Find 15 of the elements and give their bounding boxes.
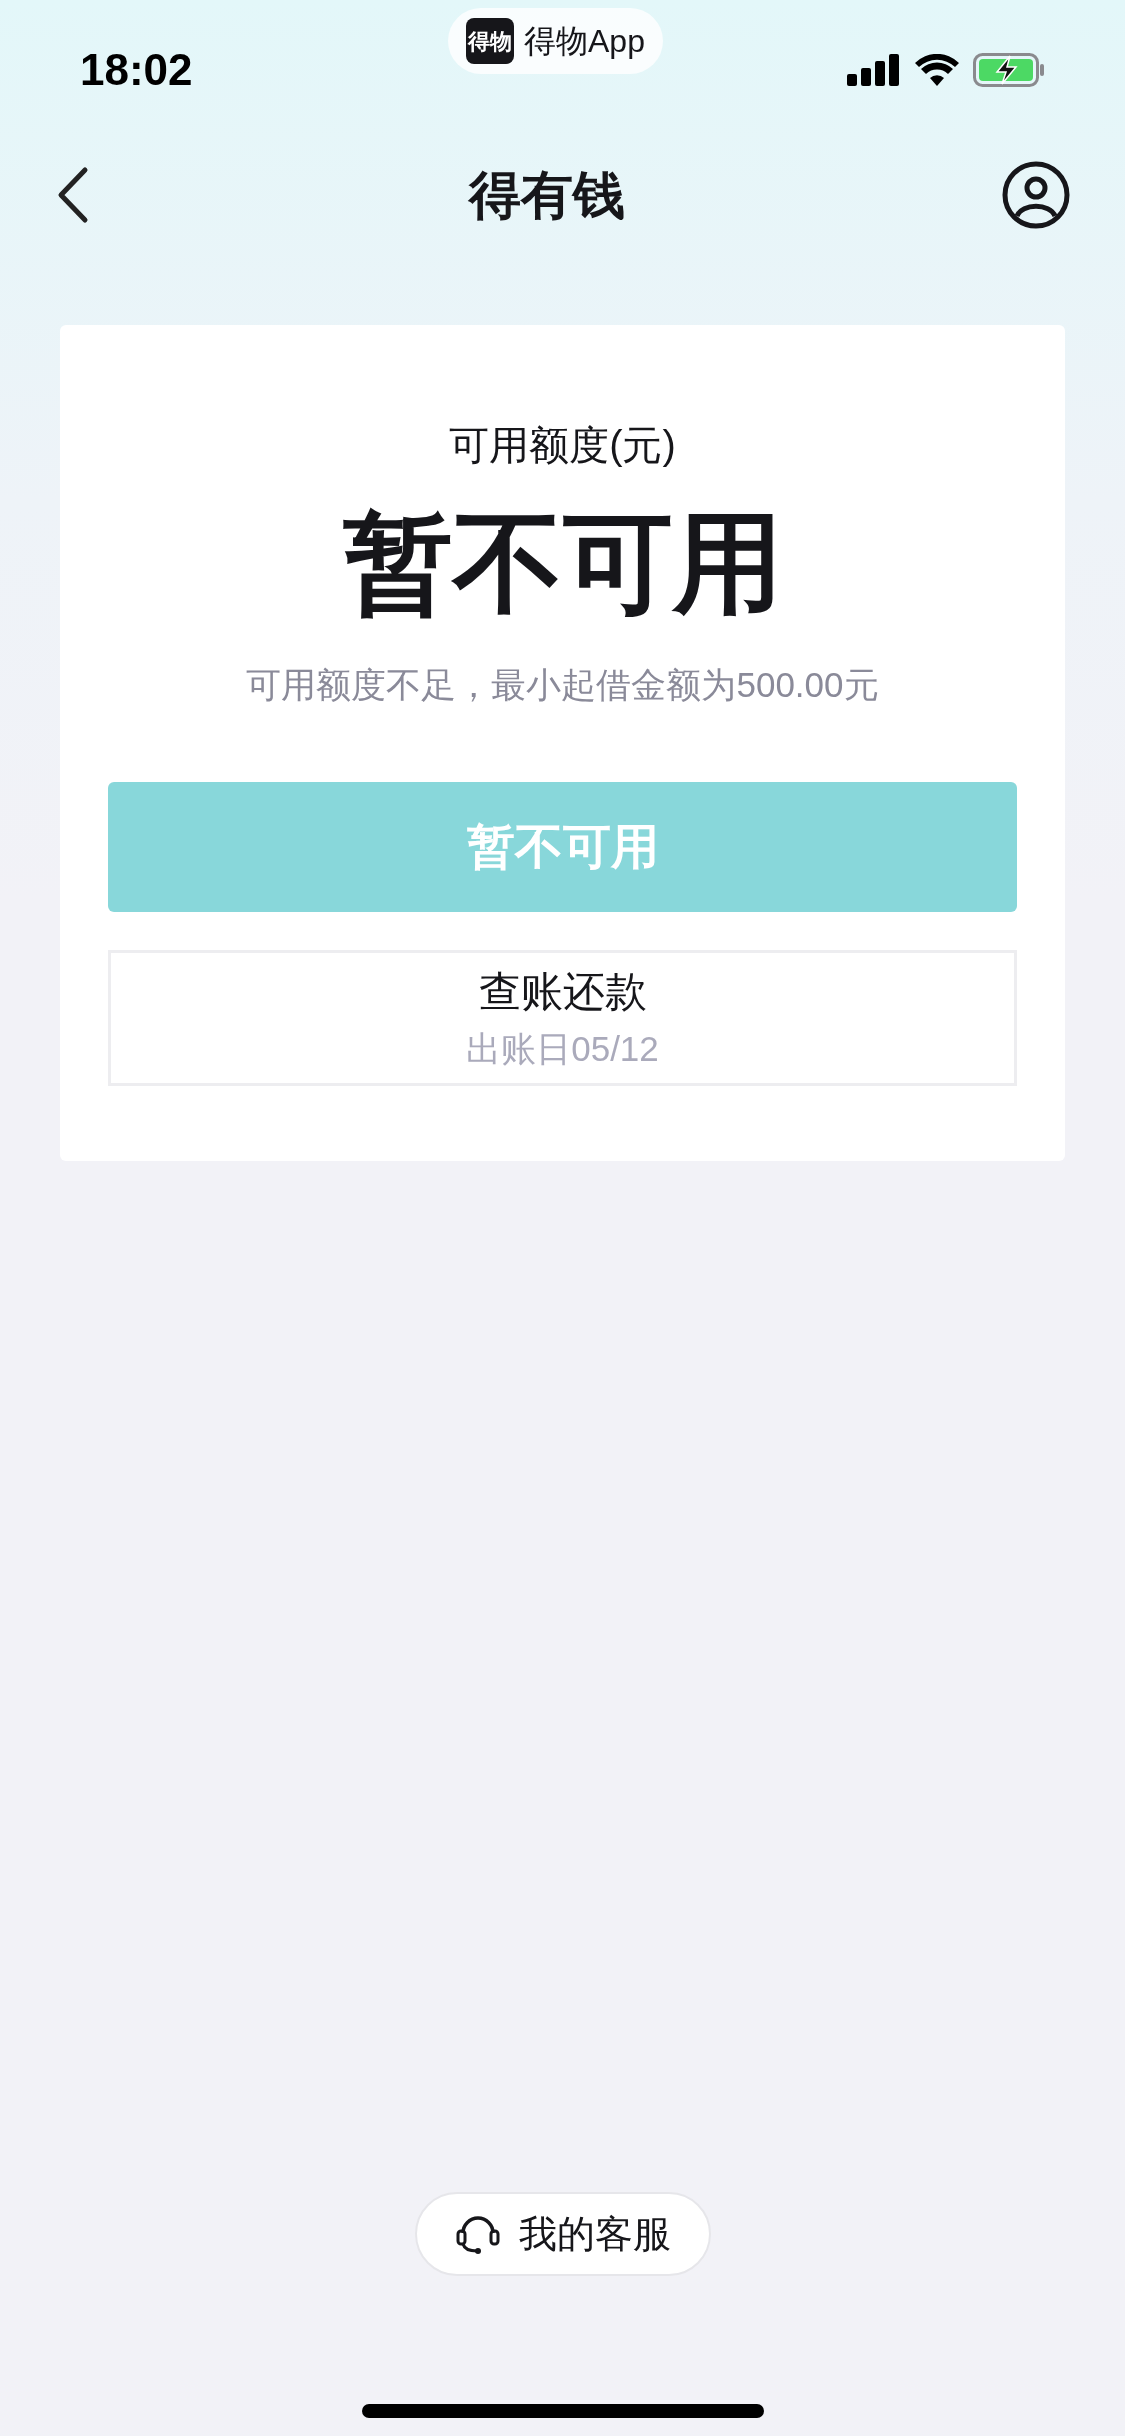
app-logo: 得物 (466, 18, 514, 64)
headset-icon (454, 2213, 501, 2255)
bill-repay-button[interactable]: 查账还款 出账日05/12 (108, 949, 1017, 1086)
signal-icon (847, 54, 901, 86)
app-pill[interactable]: 得物 得物App (448, 8, 663, 74)
app-name: 得物App (524, 22, 645, 61)
credit-label: 可用额度(元) (449, 422, 676, 469)
battery-charging-icon (973, 53, 1045, 87)
credit-amount: 暂不可用 (342, 500, 783, 626)
wifi-icon (915, 54, 959, 86)
page-title: 得有钱 (468, 165, 625, 226)
status-time: 18:02 (80, 44, 193, 96)
credit-hint: 可用额度不足，最小起借金额为500.00元 (246, 664, 879, 706)
customer-service-button[interactable]: 我的客服 (414, 2192, 711, 2276)
user-icon[interactable] (1002, 161, 1070, 229)
